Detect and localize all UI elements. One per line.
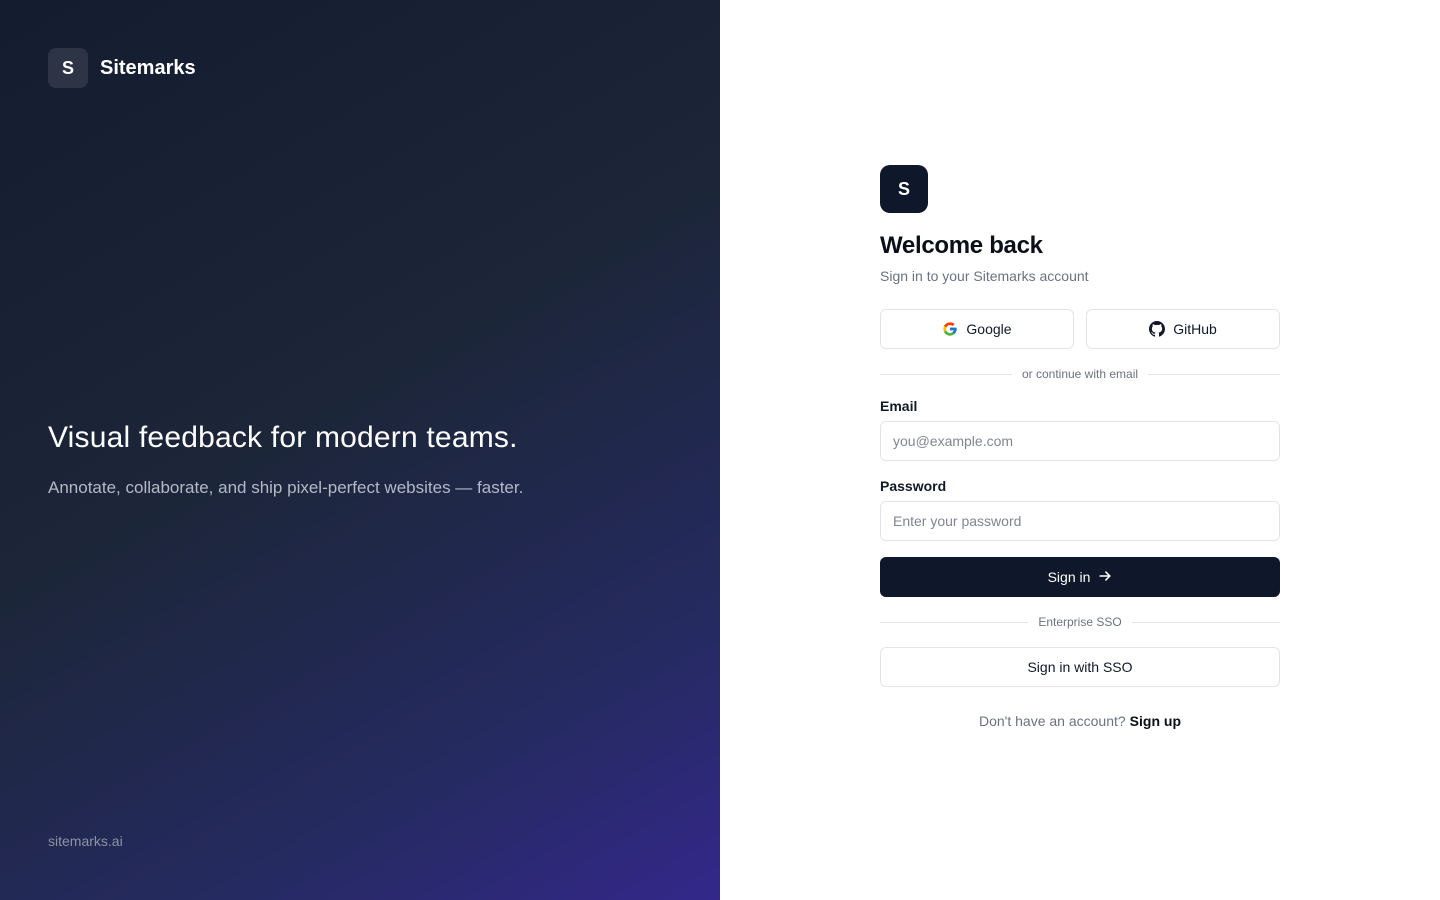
- brand-logo: S: [48, 48, 88, 88]
- form-title: Welcome back: [880, 232, 1043, 259]
- email-divider: or continue with email: [880, 367, 1280, 381]
- sign-in-button[interactable]: Sign in: [880, 557, 1280, 597]
- sign-in-panel: S Welcome back Sign in to your Sitemarks…: [720, 0, 1440, 900]
- form-logo: S: [880, 165, 928, 213]
- email-divider-text: or continue with email: [1021, 367, 1139, 381]
- github-button-label: GitHub: [1173, 321, 1217, 337]
- divider-line: [880, 373, 1012, 375]
- google-sign-in-button[interactable]: Google: [880, 309, 1074, 349]
- email-label: Email: [880, 398, 918, 414]
- footer-link[interactable]: sitemarks.ai: [48, 833, 123, 849]
- password-field[interactable]: [880, 501, 1280, 541]
- sign-in-form: S Welcome back Sign in to your Sitemarks…: [880, 165, 1280, 729]
- hero: Visual feedback for modern teams. Annota…: [48, 418, 668, 500]
- arrow-right-icon: [1098, 569, 1112, 586]
- brand-name: Sitemarks: [100, 56, 196, 79]
- sign-in-button-label: Sign in: [1047, 569, 1091, 585]
- sso-divider-text: Enterprise SSO: [1038, 615, 1122, 629]
- brand-panel: S Sitemarks Visual feedback for modern t…: [0, 0, 720, 900]
- brand: S Sitemarks: [48, 48, 196, 88]
- sso-sign-in-button[interactable]: Sign in with SSO: [880, 647, 1280, 687]
- email-field[interactable]: [880, 421, 1280, 461]
- github-sign-in-button[interactable]: GitHub: [1086, 309, 1280, 349]
- google-button-label: Google: [966, 321, 1012, 337]
- divider-line: [1148, 373, 1280, 375]
- form-subtitle: Sign in to your Sitemarks account: [880, 268, 1089, 284]
- hero-title: Visual feedback for modern teams.: [48, 421, 518, 454]
- github-icon: [1149, 321, 1166, 337]
- signup-link[interactable]: Sign up: [1130, 713, 1181, 729]
- divider-line: [880, 621, 1029, 623]
- google-icon: [942, 321, 958, 337]
- signup-prompt: Don't have an account? Sign up: [880, 713, 1280, 729]
- password-label: Password: [880, 478, 947, 494]
- hero-subtitle: Annotate, collaborate, and ship pixel-pe…: [48, 478, 524, 497]
- oauth-buttons: Google GitHub: [880, 309, 1280, 349]
- sso-divider: Enterprise SSO: [880, 615, 1280, 629]
- divider-line: [1131, 621, 1280, 623]
- signup-prompt-text: Don't have an account?: [979, 713, 1126, 729]
